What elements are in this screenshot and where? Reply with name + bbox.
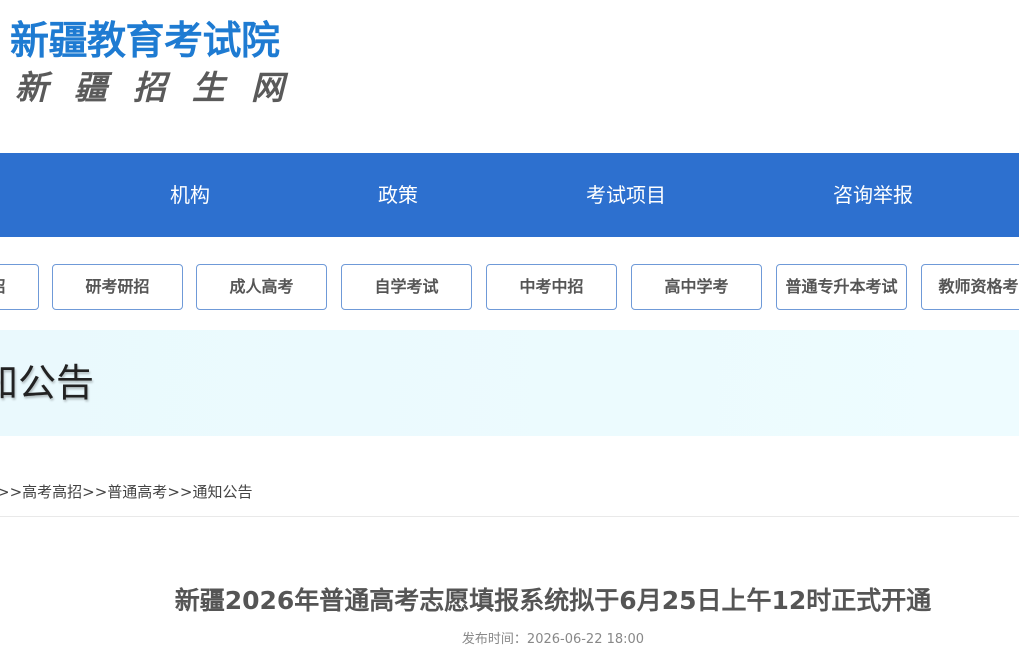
sub-nav-zhongkao[interactable]: 中考中招 [486, 264, 617, 310]
sub-nav: 高考高招 研考研招 成人高考 自学考试 中考中招 高中学考 普通专升本考试 教师… [0, 264, 1019, 312]
section-banner: 通知公告 [0, 330, 1019, 436]
breadcrumb-separator: >> [82, 483, 108, 501]
sub-nav-adult-exam[interactable]: 成人高考 [196, 264, 327, 310]
breadcrumb-separator: >> [0, 483, 23, 501]
logo-title: 新疆教育考试院 [10, 19, 280, 64]
logo-subtitle: 新疆招生网 [15, 68, 310, 107]
breadcrumb-separator: >> [167, 483, 193, 501]
main-nav: 首页 机构 政策 考试项目 咨询举报 [0, 153, 1019, 237]
nav-item-consult-report[interactable]: 咨询举报 [833, 153, 913, 237]
sub-nav-self-study-exam[interactable]: 自学考试 [341, 264, 472, 310]
publish-time-label: 发布时间： [461, 632, 527, 647]
article-meta: 发布时间：2026-06-22 18:00 [0, 631, 1019, 649]
breadcrumb: 首页>>高考高招>>普通高考>>通知公告 [0, 478, 1019, 517]
breadcrumb-gaokao[interactable]: 高考高招 [22, 483, 82, 501]
breadcrumb-general-gaokao[interactable]: 普通高考 [107, 483, 167, 501]
sub-nav-high-school-exam[interactable]: 高中学考 [631, 264, 762, 310]
nav-item-organization[interactable]: 机构 [170, 153, 210, 237]
breadcrumb-notices[interactable]: 通知公告 [192, 483, 252, 501]
sub-nav-upgrade-exam[interactable]: 普通专升本考试 [776, 264, 907, 310]
sub-nav-graduate-exam[interactable]: 研考研招 [52, 264, 183, 310]
nav-item-policy[interactable]: 政策 [378, 153, 418, 237]
banner-title: 通知公告 [0, 361, 95, 405]
article-title: 新疆2026年普通高考志愿填报系统拟于6月25日上午12时正式开通 [174, 586, 932, 615]
site-logo[interactable]: 新疆教育考试院 新疆招生网 [10, 18, 310, 118]
sub-nav-gaokao[interactable]: 高考高招 [0, 264, 39, 310]
nav-item-exam-projects[interactable]: 考试项目 [586, 153, 666, 237]
sub-nav-teacher-cert[interactable]: 教师资格考试 [921, 264, 1019, 310]
publish-time-value: 2026-06-22 18:00 [526, 632, 645, 647]
